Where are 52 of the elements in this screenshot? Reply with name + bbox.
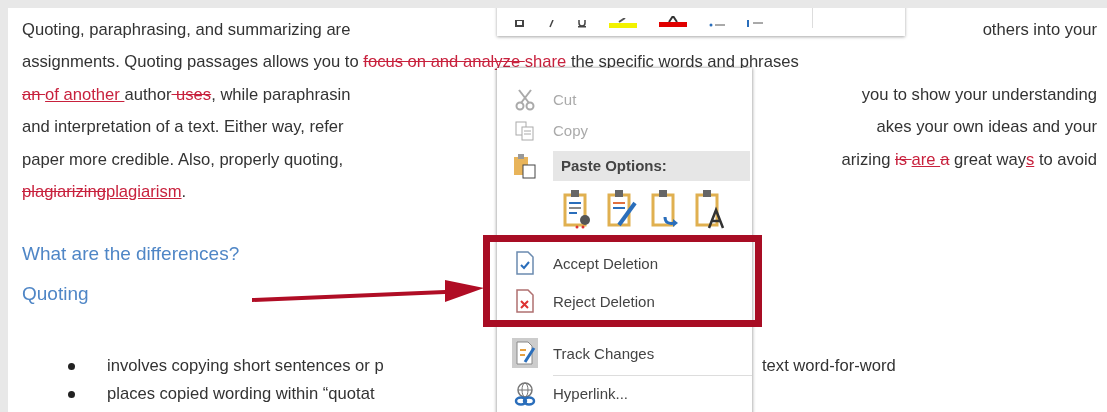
bullet-icon <box>68 390 75 398</box>
text-run: . <box>181 180 187 203</box>
copy-icon <box>515 120 535 141</box>
inserted-text: of another <box>45 83 121 106</box>
text-run: others into your <box>982 19 1097 41</box>
text-run: you to show your understanding <box>861 83 1097 106</box>
underline-icon[interactable] <box>577 20 587 28</box>
paste-keep-format-icon[interactable] <box>563 189 593 229</box>
list-text: involves copying short sentences or p <box>107 356 384 376</box>
text-run: paper more credible. Also, properly quoting, <box>22 148 343 171</box>
inserted-text: plagiarism <box>105 180 182 203</box>
text-run: great way <box>953 148 1026 171</box>
text-run: Quoting, paraphrasing, and summarizing are <box>22 19 351 41</box>
deleted-text: an <box>22 83 42 106</box>
text-run: to avoid <box>1037 148 1097 171</box>
font-color-icon[interactable] <box>659 16 687 28</box>
deleted-text: is <box>895 148 908 171</box>
deleted-text: a <box>940 148 950 171</box>
link-icon <box>514 381 536 406</box>
inserted-text: are <box>911 148 937 171</box>
menu-item[interactable]: Track Changes <box>497 335 752 371</box>
italic-icon[interactable] <box>547 20 555 28</box>
clipboard-icon <box>513 153 537 179</box>
text-run: the specific words and phrases <box>570 51 799 74</box>
text-run: assignments. Quoting passages allows you to <box>22 51 360 74</box>
heading: Quoting <box>22 282 89 307</box>
heading: What are the differences? <box>22 242 240 267</box>
highlighter-icon[interactable] <box>609 18 637 28</box>
menu-item[interactable]: Accept Deletion <box>497 244 755 282</box>
paste-merge-format-icon[interactable] <box>607 189 637 229</box>
menu-header: Paste Options: <box>553 151 750 181</box>
text-run: author <box>124 83 172 106</box>
deleted-text: plagiarizing <box>22 180 106 203</box>
list-text: text word-for-word <box>762 356 896 377</box>
document-check-icon <box>515 251 535 275</box>
text-run: , while paraphrasin <box>211 83 351 106</box>
text-run: akes your own ideas and your <box>876 116 1097 139</box>
bullet-icon <box>68 362 75 370</box>
inserted-text: s <box>1025 148 1035 171</box>
paste-text-only-icon[interactable] <box>695 189 725 229</box>
deleted-text: focus on and analyze <box>363 51 522 74</box>
list-text: places copied wording within “quotat <box>107 384 375 404</box>
document-x-icon <box>515 289 535 313</box>
inserted-text: share <box>524 51 568 74</box>
numbering-icon[interactable] <box>747 18 763 28</box>
text-run: arizing <box>841 148 892 171</box>
menu-item[interactable]: Hyperlink... <box>497 378 752 409</box>
menu-item[interactable]: Reject Deletion <box>497 282 755 320</box>
deleted-text: uses <box>175 83 212 106</box>
scissors-icon <box>515 88 535 111</box>
track-changes-icon <box>512 338 538 368</box>
text-run: and interpretation of a text. Either way, refer <box>22 116 344 139</box>
